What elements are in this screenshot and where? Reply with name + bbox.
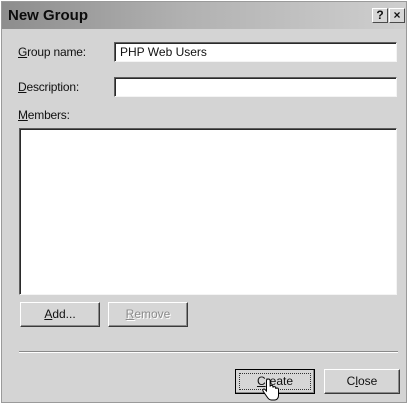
group-name-label-mnemonic: G xyxy=(18,45,28,59)
close-button[interactable]: Close xyxy=(324,369,400,394)
members-label: Members: xyxy=(18,108,70,122)
group-name-label-text: roup name: xyxy=(27,45,86,59)
description-label-text: escription: xyxy=(26,80,79,94)
hand-pointer-icon xyxy=(262,378,279,401)
remove-button-label: emove xyxy=(134,307,171,321)
help-button[interactable]: ? xyxy=(372,8,388,23)
title-bar[interactable]: New Group ? × xyxy=(2,2,406,29)
new-group-dialog: New Group ? × Group name: PHP Web Users … xyxy=(1,1,407,403)
add-button[interactable]: Add... xyxy=(20,302,100,327)
separator xyxy=(19,351,398,353)
remove-button-mnemonic: R xyxy=(125,307,135,321)
members-label-mnemonic: M xyxy=(18,108,28,122)
dialog-title: New Group xyxy=(8,7,89,24)
remove-button[interactable]: Remove xyxy=(108,302,188,327)
close-button-label-start: C xyxy=(346,374,356,388)
description-input[interactable] xyxy=(114,77,397,97)
add-button-label: dd... xyxy=(52,307,76,321)
members-list[interactable] xyxy=(19,128,397,295)
description-label: Description: xyxy=(18,80,79,94)
close-window-button[interactable]: × xyxy=(389,8,405,23)
group-name-input[interactable]: PHP Web Users xyxy=(114,42,397,62)
group-name-label: Group name: xyxy=(18,45,86,59)
members-label-text: embers: xyxy=(27,108,70,122)
close-button-label-end: ose xyxy=(357,374,378,388)
